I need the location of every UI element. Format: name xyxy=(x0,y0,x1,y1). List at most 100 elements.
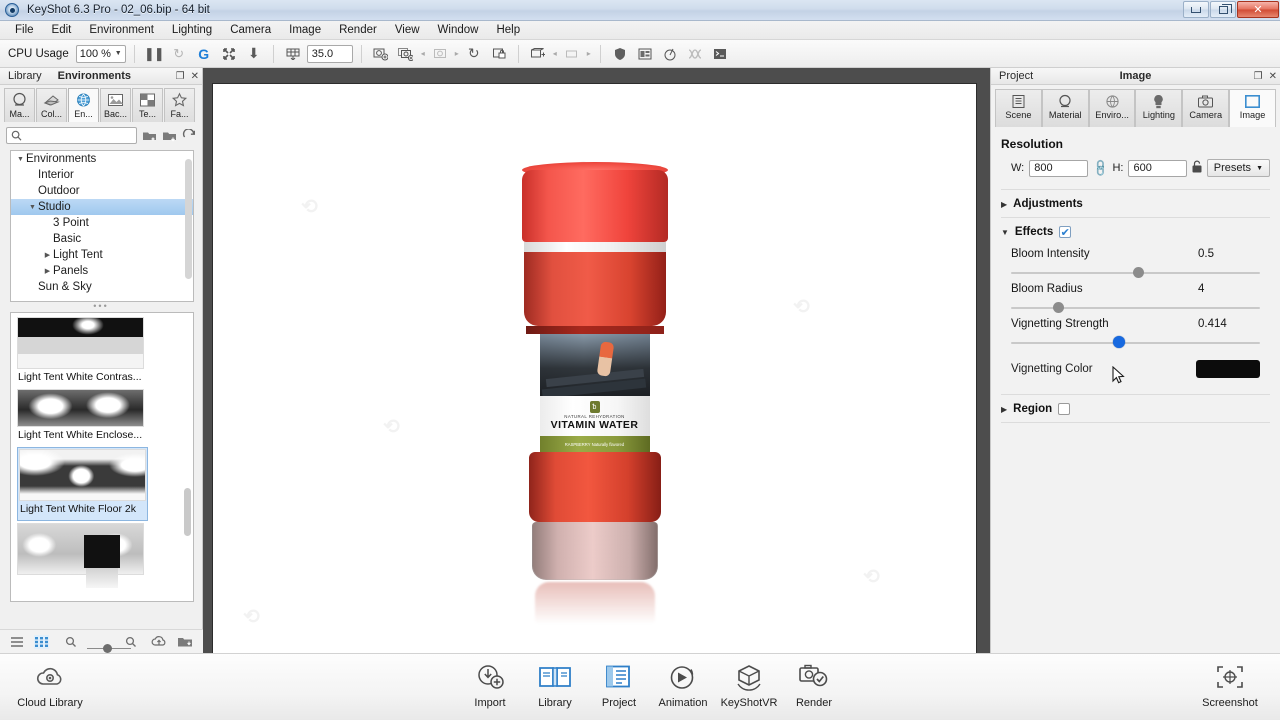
library-tab-backplates[interactable]: Bac... xyxy=(100,88,131,122)
search-input-wrap[interactable] xyxy=(6,127,137,144)
menu-lighting[interactable]: Lighting xyxy=(163,22,221,38)
tab-environment[interactable]: Enviro... xyxy=(1088,89,1136,127)
menu-edit[interactable]: Edit xyxy=(43,22,81,38)
library-tab-materials[interactable]: Ma... xyxy=(4,88,35,122)
chevron-down-icon[interactable]: ▼ xyxy=(27,204,38,211)
performance-mode-button[interactable]: G xyxy=(193,43,215,65)
width-input[interactable]: 800 xyxy=(1029,159,1088,177)
tab-library[interactable]: Library xyxy=(0,70,50,82)
menu-image[interactable]: Image xyxy=(280,22,330,38)
unlock-icon[interactable] xyxy=(1192,160,1202,176)
chevron-right-icon[interactable]: ▶ xyxy=(1001,200,1007,209)
cloud-upload-icon[interactable] xyxy=(151,635,167,648)
restore-button[interactable] xyxy=(1210,1,1236,18)
list-item[interactable]: Light Tent White Contras... xyxy=(17,317,187,387)
tab-environments[interactable]: Environments xyxy=(50,70,139,82)
pause-button[interactable]: ❚❚ xyxy=(143,43,165,65)
folder-add-icon[interactable] xyxy=(142,129,157,143)
folder-open-icon[interactable] xyxy=(177,635,193,648)
camera-next-arrow[interactable]: ▸ xyxy=(454,49,460,58)
shield-icon[interactable] xyxy=(609,43,631,65)
region-section-header[interactable]: ▶ Region xyxy=(1001,395,1270,422)
environment-tree[interactable]: ▼ Environments Interior Outdoor ▼ Studio… xyxy=(10,150,194,302)
graph-icon[interactable] xyxy=(684,43,706,65)
effects-checkbox[interactable]: ✔ xyxy=(1059,226,1072,239)
console-icon[interactable] xyxy=(709,43,731,65)
library-tab-environments[interactable]: En... xyxy=(68,88,99,122)
slider-thumb[interactable] xyxy=(1053,302,1065,313)
effects-section-header[interactable]: ▼ Effects ✔ xyxy=(1001,218,1270,245)
list-item[interactable] xyxy=(17,523,187,588)
region-checkbox[interactable] xyxy=(1058,403,1071,415)
tree-item-studio[interactable]: ▼ Studio xyxy=(11,199,193,215)
close-button[interactable]: ✕ xyxy=(1237,1,1279,18)
vignetting-strength-value[interactable]: 0.414 xyxy=(1198,318,1260,330)
library-tab-textures[interactable]: Te... xyxy=(132,88,163,122)
minimize-button[interactable] xyxy=(1183,1,1209,18)
menu-environment[interactable]: Environment xyxy=(80,22,163,38)
refresh-render-button[interactable]: ↻ xyxy=(168,43,190,65)
camera-copy-icon[interactable] xyxy=(395,43,417,65)
library-tab-favorites[interactable]: Fa... xyxy=(164,88,195,122)
grid-view-icon[interactable] xyxy=(34,634,49,649)
menu-window[interactable]: Window xyxy=(429,22,488,38)
camera-current-icon[interactable] xyxy=(429,43,451,65)
menu-render[interactable]: Render xyxy=(330,22,386,38)
tree-item-light-tent[interactable]: ▶ Light Tent xyxy=(11,247,193,263)
undock-icon[interactable]: ❐ xyxy=(176,71,185,82)
cpu-usage-select[interactable]: 100 % ▼ xyxy=(75,44,126,63)
render-viewport[interactable]: ⟲ ⟲ ⟲ ⟲ ⟲ ⟲ ᵬ xyxy=(203,68,990,658)
bloom-intensity-value[interactable]: 0.5 xyxy=(1198,248,1260,260)
refresh-icon[interactable] xyxy=(182,128,196,143)
tree-item-interior[interactable]: Interior xyxy=(11,167,193,183)
bloom-intensity-slider[interactable] xyxy=(1011,266,1260,280)
camera-reset-icon[interactable]: ↻ xyxy=(463,43,485,65)
chevron-right-icon[interactable]: ▶ xyxy=(1001,405,1007,414)
list-item[interactable]: Light Tent White Enclose... xyxy=(17,389,187,445)
environment-thumbnail-list[interactable]: Light Tent White Contras... Light Tent W… xyxy=(10,312,194,602)
thumbnails-scrollbar[interactable] xyxy=(184,488,191,536)
environment-add-icon[interactable] xyxy=(527,43,549,65)
chevron-down-icon[interactable]: ▼ xyxy=(1001,228,1009,237)
spin-icon[interactable] xyxy=(659,43,681,65)
vignetting-color-swatch[interactable] xyxy=(1196,360,1260,378)
camera-prev-arrow[interactable]: ◂ xyxy=(420,49,426,58)
slider-thumb[interactable] xyxy=(1133,267,1144,278)
chevron-right-icon[interactable]: ▶ xyxy=(42,267,53,275)
zoom-out-icon[interactable] xyxy=(65,636,77,648)
save-down-button[interactable]: ⬇ xyxy=(243,43,265,65)
tree-item-sun-sky[interactable]: Sun & Sky xyxy=(11,279,193,295)
tab-scene[interactable]: Scene xyxy=(995,89,1042,127)
fov-input[interactable]: 35.0 xyxy=(306,44,353,63)
tree-scrollbar[interactable] xyxy=(185,159,192,279)
environment-current-icon[interactable] xyxy=(561,43,583,65)
link-icon[interactable]: 🔗 xyxy=(1090,158,1110,178)
tab-camera[interactable]: Camera xyxy=(1182,89,1230,127)
zoom-in-icon[interactable] xyxy=(125,636,137,648)
menu-help[interactable]: Help xyxy=(487,22,529,38)
vignetting-strength-slider[interactable] xyxy=(1011,336,1260,350)
environment-prev-arrow[interactable]: ◂ xyxy=(552,49,558,58)
chevron-down-icon[interactable]: ▼ xyxy=(15,156,26,163)
tree-item-3-point[interactable]: 3 Point xyxy=(11,215,193,231)
tree-item-basic[interactable]: Basic xyxy=(11,231,193,247)
tab-image[interactable]: Image xyxy=(1229,89,1276,127)
tree-item-environments[interactable]: ▼ Environments xyxy=(11,151,193,167)
folder-import-icon[interactable] xyxy=(162,129,177,143)
dock-animation[interactable]: Animation xyxy=(645,660,721,709)
tab-material[interactable]: Material xyxy=(1041,89,1089,127)
list-view-icon[interactable] xyxy=(10,636,24,648)
close-icon[interactable]: ✕ xyxy=(1269,71,1277,82)
bloom-radius-value[interactable]: 4 xyxy=(1198,283,1260,295)
panel-splitter[interactable]: ••• xyxy=(0,302,202,312)
tree-item-panels[interactable]: ▶ Panels xyxy=(11,263,193,279)
chevron-right-icon[interactable]: ▶ xyxy=(42,251,53,259)
dock-render[interactable]: Render xyxy=(776,660,852,709)
close-icon[interactable]: ✕ xyxy=(191,71,199,82)
height-input[interactable]: 600 xyxy=(1128,159,1187,177)
camera-lock-icon[interactable] xyxy=(488,43,510,65)
camera-add-icon[interactable] xyxy=(370,43,392,65)
menu-file[interactable]: File xyxy=(6,22,43,38)
perspective-grid-button[interactable] xyxy=(282,43,304,65)
dock-screenshot[interactable]: Screenshot xyxy=(1186,660,1274,709)
